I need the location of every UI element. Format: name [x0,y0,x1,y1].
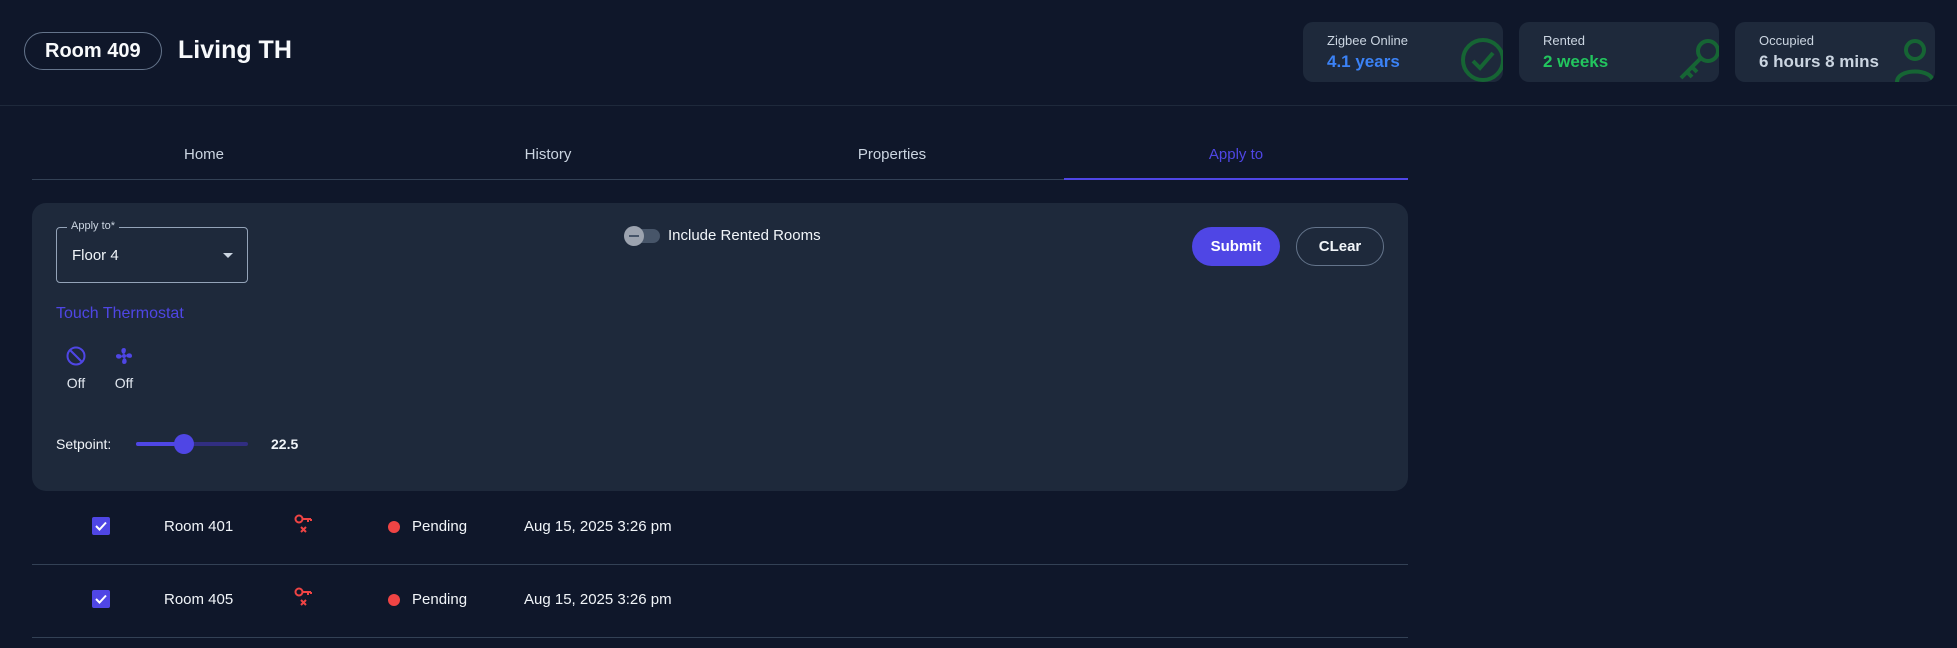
person-icon [1895,39,1935,82]
tab-bar: Home History Properties Apply to [32,133,1408,180]
stat-label: Rented [1543,33,1585,48]
tab-history[interactable]: History [376,133,720,179]
row-room: Room 401 [164,518,234,535]
row-checkbox[interactable] [92,517,110,535]
clear-button[interactable]: CLear [1296,227,1384,266]
stat-label: Occupied [1759,33,1814,48]
tab-properties[interactable]: Properties [720,133,1064,179]
apply-to-value: Floor 4 [72,247,119,264]
stat-card-rented: Rented 2 weeks [1519,22,1719,82]
row-time: Aug 15, 2025 3:26 pm [524,518,672,535]
row-time: Aug 15, 2025 3:26 pm [524,591,672,608]
header: Room 409 Living TH Zigbee Online 4.1 yea… [0,0,1957,106]
apply-panel: Apply to* Floor 4 Include Rented Rooms S… [32,203,1408,491]
stat-label: Zigbee Online [1327,33,1408,48]
check-circle-icon [1461,38,1503,82]
fan-icon [116,348,132,364]
mode-label: Off [114,375,134,391]
status-dot [388,594,400,606]
key-off-icon [294,514,312,533]
row-checkbox[interactable] [92,590,110,608]
setpoint-value: 22.5 [271,436,299,452]
stat-value: 6 hours 8 mins [1759,52,1879,71]
setpoint-slider[interactable] [136,434,248,454]
row-room: Room 405 [164,591,234,608]
room-badge[interactable]: Room 409 [24,32,162,70]
tab-apply-to[interactable]: Apply to [1064,133,1408,180]
table-row: Room 405 Pending Aug 15, 2025 3:26 pm [32,564,1408,638]
mode-label: Off [66,375,86,391]
stat-card-zigbee: Zigbee Online 4.1 years [1303,22,1503,82]
stat-value: 4.1 years [1327,52,1400,71]
slider-thumb[interactable] [174,434,195,454]
include-rented-label: Include Rented Rooms [668,227,821,244]
row-status: Pending [412,591,468,608]
key-icon [1679,39,1719,80]
section-title: Touch Thermostat [56,305,184,322]
key-off-icon [294,587,312,606]
fan-off-button[interactable]: Off [104,345,144,391]
caret-down-icon [223,253,233,258]
submit-button[interactable]: Submit [1192,227,1280,266]
block-icon [66,346,86,366]
stat-value: 2 weeks [1543,52,1609,71]
table-row: Room 401 Pending Aug 15, 2025 3:26 pm [32,491,1408,565]
setpoint-label: Setpoint: [56,436,112,452]
mode-off-button[interactable]: Off [56,345,96,391]
apply-to-select[interactable]: Apply to* Floor 4 [56,220,248,283]
tab-home[interactable]: Home [32,133,376,179]
stat-card-occupied: Occupied 6 hours 8 mins [1735,22,1935,82]
apply-to-legend: Apply to* [67,220,120,232]
page-title: Living TH [178,36,292,64]
status-dot [388,521,400,533]
row-status: Pending [412,518,468,535]
toggle-knob [624,225,644,246]
include-rented-toggle[interactable] [624,225,660,246]
include-rented-toggle-group: Include Rented Rooms [624,225,821,246]
